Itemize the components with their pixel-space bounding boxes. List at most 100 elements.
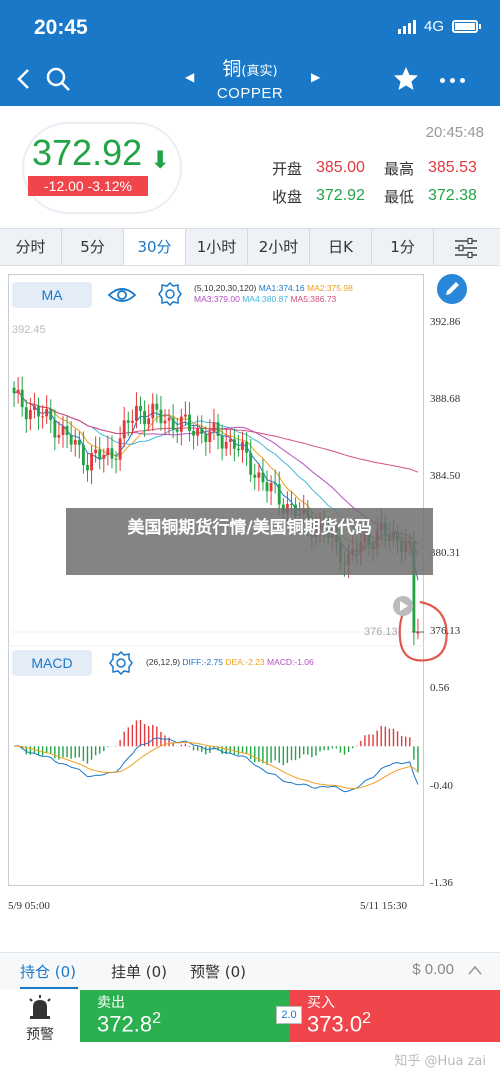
tab-orders[interactable]: 挂单 (0) (111, 961, 167, 982)
ma-settings-gear-icon[interactable] (158, 282, 182, 306)
open-value: 385.00 (316, 159, 365, 176)
alert-button[interactable]: 预警 (0, 990, 80, 1043)
y-label-5: 376.13 (430, 625, 461, 637)
ohlc-grid: 开盘 385.00 最高 385.53 收盘 372.92 最低 372.38 (272, 154, 496, 210)
date-start: 5/9 05:00 (8, 900, 50, 912)
candle-body (114, 458, 118, 460)
candle-body (102, 455, 106, 459)
candle-body (135, 405, 138, 421)
status-icons: 4G (397, 18, 481, 35)
eye-icon[interactable] (107, 285, 137, 305)
ma-params: (5,10,20,30,120) (194, 283, 257, 293)
candle-body (20, 389, 24, 408)
chevron-up-icon[interactable] (468, 965, 482, 975)
sell-price: 372.82 (97, 1010, 161, 1037)
chart-settings-button[interactable] (434, 229, 500, 265)
candle-body (28, 409, 32, 420)
candle-body (196, 428, 200, 436)
spread-badge: 2.0 (276, 1006, 302, 1024)
ma1-value: MA1:374.16 (258, 283, 305, 293)
ma-indicator-button[interactable]: MA (12, 282, 92, 308)
candle-body (33, 406, 36, 410)
next-symbol-icon[interactable]: ▶ (311, 70, 320, 84)
back-icon[interactable] (12, 64, 36, 94)
title-en: COPPER (216, 85, 284, 102)
tab-period-1m[interactable]: 1分 (372, 229, 434, 265)
tab-alerts[interactable]: 预警 (0) (190, 961, 246, 982)
candle-body (86, 465, 89, 471)
candle-body (69, 434, 73, 445)
prev-symbol-icon[interactable]: ◀ (185, 70, 194, 84)
candle-body (126, 420, 130, 423)
candle-body (228, 439, 232, 442)
candle-body (94, 449, 98, 454)
tab-period-timeshare[interactable]: 分时 (0, 229, 62, 265)
candle-body (151, 403, 155, 419)
play-icon[interactable] (393, 596, 413, 616)
overlay-banner: 美国铜期货行情/美国铜期货代码 (66, 508, 433, 575)
ma4-value: MA4:380.87 (242, 294, 289, 304)
candlestick-chart[interactable] (0, 266, 500, 926)
tab-period-5m[interactable]: 5分 (62, 229, 124, 265)
candle-body (73, 440, 77, 445)
candle-body (269, 482, 273, 492)
buy-label: 买入 (307, 995, 335, 1011)
macd-legend: (26,12,9) DIFF:-2.75 DEA:-2.23 MACD:-1.0… (146, 657, 314, 667)
y-label-1: 392.86 (430, 316, 461, 328)
star-icon[interactable] (393, 66, 419, 92)
tab-period-30m[interactable]: 30分 (124, 229, 186, 265)
candle-body (57, 435, 61, 438)
candle-body (143, 410, 147, 425)
buy-button[interactable]: 买入 373.02 (290, 990, 500, 1042)
pencil-icon (446, 282, 459, 295)
candle-body (208, 431, 212, 442)
macd-label-2: -0.40 (430, 780, 453, 792)
nav-bar: ◀ 铜(真实) COPPER ▶ (0, 56, 500, 106)
macd-settings-gear-icon[interactable] (109, 651, 133, 675)
down-arrow-icon: ⬇ (150, 146, 171, 174)
search-icon[interactable] (44, 64, 72, 94)
y-label-2: 388.68 (430, 393, 461, 405)
draw-tool-button[interactable] (437, 274, 467, 304)
candle-body (273, 482, 277, 485)
macd-value: MACD:-1.06 (267, 657, 314, 667)
candle-body (81, 444, 85, 466)
close-value: 372.92 (316, 187, 365, 204)
candle-body (200, 428, 204, 434)
tab-period-2h[interactable]: 2小时 (248, 229, 310, 265)
current-price: 372.92 (32, 132, 143, 173)
ma5-value: MA5:386.73 (290, 294, 337, 304)
ma-legend: (5,10,20,30,120) MA1:374.16 MA2:375.98 M… (194, 283, 353, 305)
candle-body (155, 403, 159, 410)
bottom-tabs: 持仓 (0) 挂单 (0) 预警 (0) $ 0.00 (0, 952, 500, 990)
macd-label-3: -1.36 (430, 877, 453, 889)
diff-value: DIFF:-2.75 (182, 657, 224, 667)
trade-bar: 预警 卖出 372.82 买入 373.02 2.0 (0, 990, 500, 1043)
more-icon[interactable] (440, 78, 470, 84)
candle-body (257, 472, 261, 478)
tab-positions[interactable]: 持仓 (0) (20, 961, 76, 982)
candle-body (212, 422, 216, 432)
candle-body (241, 441, 244, 451)
quote-time: 20:45:48 (425, 124, 484, 141)
dea-value: DEA:-2.23 (225, 657, 265, 667)
candle-body (183, 414, 187, 417)
candle-body (24, 407, 28, 420)
candle-body (188, 414, 191, 431)
battery-icon (452, 20, 481, 33)
sliders-icon (455, 237, 477, 259)
candle-body (159, 409, 163, 424)
symbol-title[interactable]: 铜(真实) COPPER (200, 56, 300, 103)
candle-body (65, 426, 69, 435)
tab-period-daily[interactable]: 日K (310, 229, 372, 265)
close-label: 收盘 (272, 187, 303, 206)
candle-body (249, 452, 253, 475)
period-tabs: 分时 5分 30分 1小时 2小时 日K 1分 (0, 228, 500, 266)
macd-indicator-button[interactable]: MACD (12, 650, 92, 676)
buy-price: 373.02 (307, 1010, 371, 1037)
sell-button[interactable]: 卖出 372.82 (80, 990, 290, 1042)
chart-area: MA (5,10,20,30,120) MA1:374.16 MA2:375.9… (0, 266, 500, 926)
date-end: 5/11 15:30 (360, 900, 407, 912)
candle-body (265, 482, 269, 492)
tab-period-1h[interactable]: 1小时 (186, 229, 248, 265)
